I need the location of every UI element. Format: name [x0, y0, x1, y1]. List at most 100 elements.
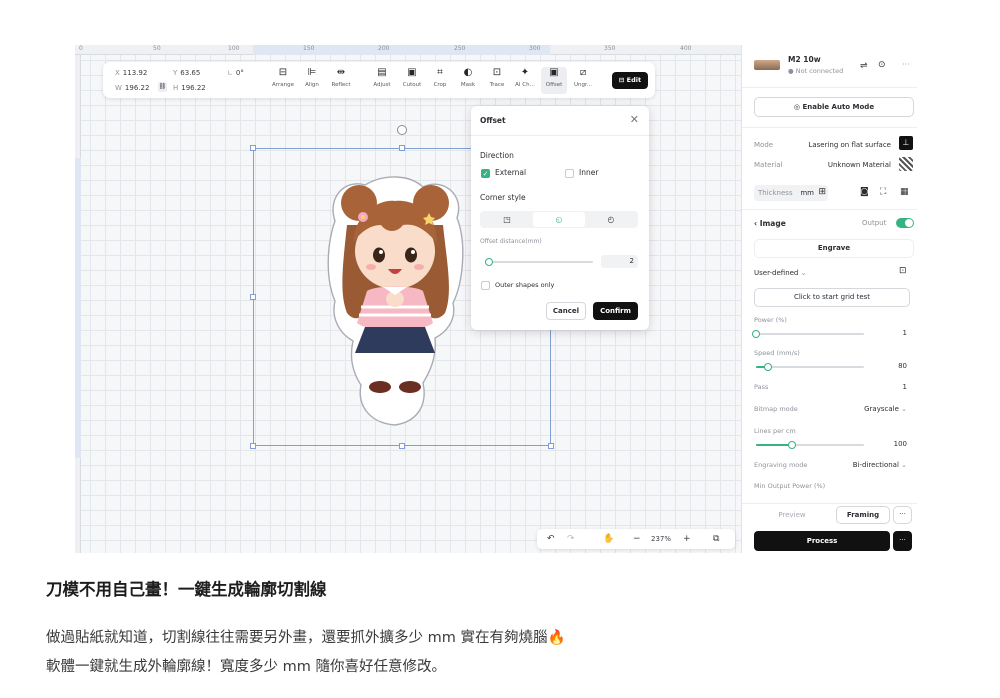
pass-value[interactable]: 1	[903, 383, 907, 391]
app-screenshot: 0 50 100 150 200 250 300 350 400 X 113.9…	[75, 45, 917, 553]
image-section-title[interactable]: ‹ Image	[754, 219, 786, 228]
power-slider-knob[interactable]	[752, 330, 760, 338]
power-slider-track[interactable]	[756, 333, 864, 335]
tool-label: Adjust	[373, 82, 391, 88]
tool-mask[interactable]: ◐ Mask	[455, 67, 481, 88]
resize-handle[interactable]	[250, 145, 256, 151]
close-icon[interactable]: ✕	[630, 113, 639, 126]
confirm-button[interactable]: Confirm	[593, 302, 638, 320]
rotate-handle[interactable]	[397, 125, 407, 135]
tool-ungroup[interactable]: ⧄ Ungr...	[570, 67, 596, 88]
corner-bevel-option[interactable]: ◴	[585, 212, 637, 227]
more-icon[interactable]: ···	[902, 60, 910, 69]
sticker-illustration[interactable]	[325, 173, 465, 428]
x-value: 113.92	[122, 69, 148, 77]
height-field[interactable]: H 196.22	[173, 84, 206, 92]
edit-button[interactable]: ⊟ Edit	[612, 72, 648, 89]
tool-trace[interactable]: ⊡ Trace	[484, 67, 510, 88]
cutout-icon: ▣	[407, 67, 417, 78]
switch-device-icon[interactable]: ⇌	[860, 61, 868, 71]
power-label: Power (%)	[754, 316, 787, 324]
process-more-button[interactable]: ···	[893, 531, 912, 551]
material-value[interactable]: Unknown Material	[828, 161, 891, 169]
lines-slider-knob[interactable]	[788, 441, 796, 449]
hand-icon[interactable]: ✋	[603, 533, 614, 545]
tool-crop[interactable]: ⌗ Crop	[427, 67, 453, 88]
grid-test-button[interactable]: Click to start grid test	[754, 288, 910, 307]
tool-ai[interactable]: ✦ AI Ch...	[512, 67, 538, 88]
output-toggle[interactable]	[896, 218, 914, 228]
zoom-out-icon[interactable]: −	[633, 533, 641, 545]
tool-offset[interactable]: ▣ Offset	[541, 67, 567, 94]
divider	[742, 87, 917, 88]
cancel-button[interactable]: Cancel	[546, 302, 586, 320]
tool-align[interactable]: ⊫ Align	[299, 67, 325, 88]
offset-distance-input[interactable]: 2	[601, 255, 638, 268]
framing-button[interactable]: Framing	[836, 506, 890, 524]
ai-icon: ✦	[520, 67, 530, 78]
preset-select[interactable]: User-defined ⌄	[754, 269, 806, 277]
offset-slider-knob[interactable]	[485, 258, 493, 266]
engraving-mode-select[interactable]: Bi-directional ⌄	[853, 461, 907, 469]
adjust-icon: ▤	[377, 67, 387, 78]
speed-slider-track[interactable]	[756, 366, 864, 368]
thickness-field[interactable]: Thickness mm ⊞	[754, 185, 828, 201]
bitmap-mode-select[interactable]: Grayscale ⌄	[864, 405, 907, 413]
scan-icon[interactable]: ⛶	[880, 187, 886, 197]
speed-value[interactable]: 80	[898, 362, 907, 370]
width-field[interactable]: W 196.22	[115, 84, 149, 92]
design-canvas[interactable]: 0 50 100 150 200 250 300 350 400 X 113.9…	[75, 45, 741, 553]
measure-icon[interactable]: ⊞	[818, 187, 826, 197]
external-checkbox[interactable]: ✓	[481, 169, 490, 178]
power-value[interactable]: 1	[903, 329, 907, 337]
grid-icon[interactable]: ▦	[900, 187, 909, 197]
w-label: W	[115, 84, 122, 92]
outer-shapes-checkbox[interactable]	[481, 281, 490, 290]
tool-label: Crop	[433, 82, 447, 88]
undo-icon[interactable]: ↶	[547, 533, 555, 545]
offset-slider-track[interactable]	[485, 261, 593, 263]
ruler-selection-highlight	[75, 158, 81, 458]
chevron-down-icon: ⌄	[898, 461, 907, 469]
preview-button[interactable]: Preview	[754, 506, 830, 524]
resize-handle[interactable]	[399, 145, 405, 151]
resize-handle[interactable]	[548, 443, 554, 449]
x-position-field[interactable]: X 113.92	[115, 69, 147, 77]
tool-arrange[interactable]: ⊟ Arrange	[270, 67, 296, 88]
settings-panel: M2 10w ● Not connected ⇌ ⊙ ··· ◎ Enable …	[741, 45, 917, 553]
framing-more-button[interactable]: ···	[893, 506, 912, 524]
tool-reflect[interactable]: ⇹ Reflect	[328, 67, 354, 88]
resize-handle[interactable]	[250, 294, 256, 300]
mode-label: Mode	[754, 141, 774, 149]
resize-handle[interactable]	[399, 443, 405, 449]
enable-auto-mode-button[interactable]: ◎ Enable Auto Mode	[754, 97, 914, 117]
redo-icon[interactable]: ↷	[567, 533, 575, 545]
tool-label: Arrange	[272, 82, 294, 88]
preset-value: User-defined	[754, 269, 799, 277]
copy-icon[interactable]: ⧉	[713, 533, 719, 545]
flat-surface-icon[interactable]: ⊥	[899, 136, 913, 150]
process-button[interactable]: Process	[754, 531, 890, 551]
external-label: External	[495, 168, 527, 177]
mode-value[interactable]: Lasering on flat surface	[808, 141, 891, 149]
speed-label: Speed (mm/s)	[754, 349, 800, 357]
save-preset-icon[interactable]: ⊡	[899, 266, 907, 276]
tool-adjust[interactable]: ▤ Adjust	[369, 67, 395, 88]
speed-slider-knob[interactable]	[764, 363, 772, 371]
offset-distance-label: Offset distance(mm)	[480, 238, 542, 245]
inner-checkbox[interactable]	[565, 169, 574, 178]
tool-cutout[interactable]: ▣ Cutout	[399, 67, 425, 88]
camera-icon[interactable]: ◙	[860, 187, 869, 197]
lines-value[interactable]: 100	[894, 440, 907, 448]
resize-handle[interactable]	[250, 443, 256, 449]
lock-ratio-icon[interactable]: ⛓	[158, 82, 167, 92]
rotation-field[interactable]: ∟ 0°	[227, 69, 244, 77]
corner-round-option[interactable]: ◵	[533, 212, 585, 227]
engrave-tab[interactable]: Engrave	[754, 239, 914, 258]
zoom-in-icon[interactable]: +	[683, 533, 691, 545]
settings-icon[interactable]: ⊙	[878, 60, 886, 70]
corner-sharp-option[interactable]: ◳	[481, 212, 533, 227]
zoom-level[interactable]: 237%	[651, 533, 671, 545]
y-position-field[interactable]: Y 63.65	[173, 69, 200, 77]
tool-label: Mask	[460, 82, 476, 88]
